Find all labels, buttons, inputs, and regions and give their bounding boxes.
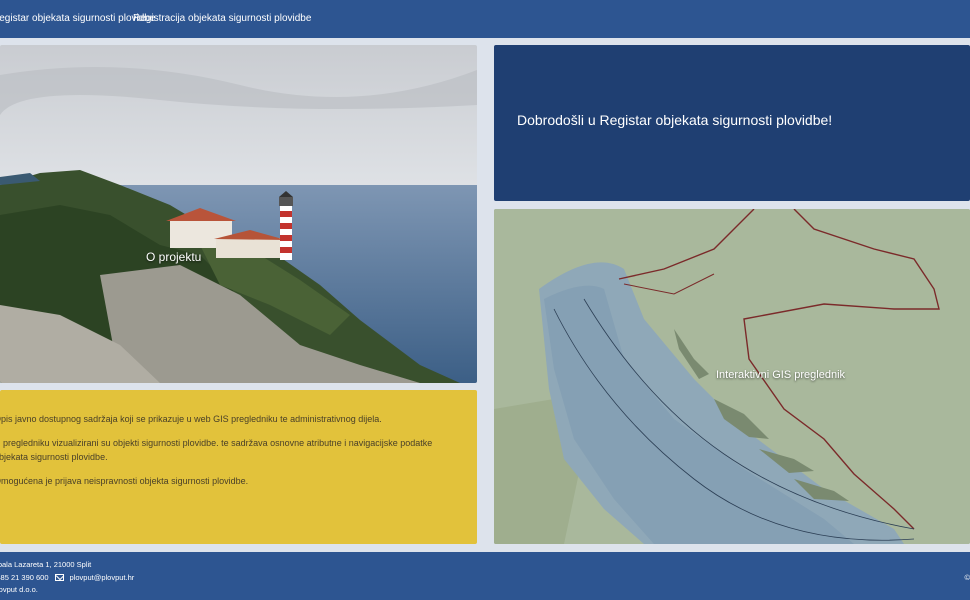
about-project-label[interactable]: O projektu — [146, 250, 201, 264]
mail-icon — [54, 574, 64, 581]
info-paragraph: Omogućena je prijava neispravnosti objek… — [0, 476, 249, 486]
top-navigation: Registar objekata sigurnosti plovidbe Re… — [0, 0, 970, 38]
info-card: Opis javno dostupnog sadržaja koji se pr… — [0, 390, 477, 544]
welcome-title: Dobrodošli u Registar objekata sigurnost… — [517, 112, 833, 128]
gis-viewer-card[interactable]: Interaktivni GIS preglednik — [494, 209, 970, 544]
footer-copyright: © — [964, 573, 970, 582]
footer: Obala Lazareta 1, 21000 Split +385 21 39… — [0, 552, 970, 600]
footer-contact: +385 21 390 600 plovput@plovput.hr — [0, 573, 134, 582]
info-paragraph: U pregledniku vizualizirani su objekti s… — [0, 438, 433, 462]
info-paragraph: Opis javno dostupnog sadržaja koji se pr… — [0, 414, 382, 424]
lighthouse-photo — [0, 45, 477, 383]
footer-email[interactable]: plovput@plovput.hr — [70, 573, 135, 582]
project-photo-card[interactable]: O projektu — [0, 45, 477, 383]
gis-viewer-label[interactable]: Interaktivni GIS preglednik — [716, 369, 845, 381]
nav-link-registration[interactable]: Registracija objekata sigurnosti plovidb… — [133, 13, 311, 24]
footer-company: Plovput d.o.o. — [0, 585, 38, 594]
footer-address: Obala Lazareta 1, 21000 Split — [0, 560, 92, 569]
footer-phone: +385 21 390 600 — [0, 573, 49, 582]
welcome-card: Dobrodošli u Registar objekata sigurnost… — [494, 45, 970, 201]
